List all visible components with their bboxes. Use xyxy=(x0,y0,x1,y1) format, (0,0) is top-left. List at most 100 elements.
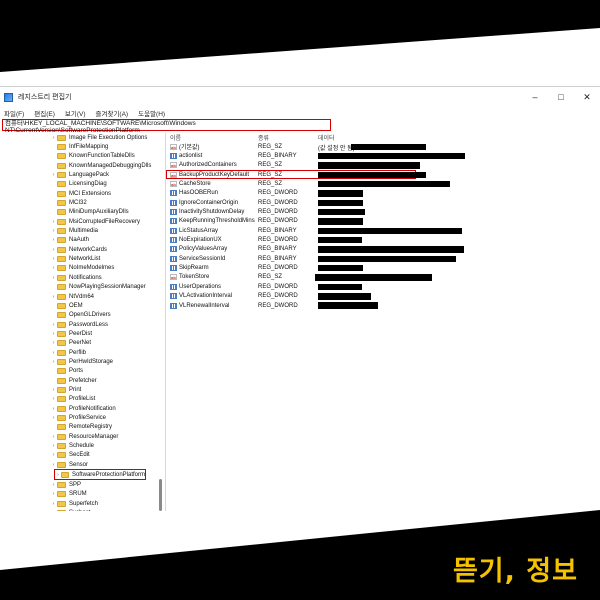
chevron-right-icon[interactable]: › xyxy=(50,331,57,337)
tree-item[interactable]: › Perflib xyxy=(0,348,165,357)
tree-item[interactable]: › NaAuth xyxy=(0,236,165,245)
column-header-data[interactable]: 데이터 xyxy=(318,133,600,142)
tree-item[interactable]: KnownFunctionTableDlls xyxy=(0,152,165,161)
tree-item[interactable]: › Image File Execution Options xyxy=(0,133,165,142)
tree-item[interactable]: › Print xyxy=(0,385,165,394)
tree-item[interactable]: MCI32 xyxy=(0,198,165,207)
value-row[interactable]: VLRenewalInterval REG_DWORD xyxy=(166,301,600,310)
folder-icon xyxy=(57,396,66,403)
tree-item[interactable]: MCI Extensions xyxy=(0,189,165,198)
chevron-right-icon[interactable]: › xyxy=(50,462,57,468)
tree-item[interactable]: › NtVdm64 xyxy=(0,292,165,301)
chevron-right-icon[interactable]: › xyxy=(50,406,57,412)
tree-item[interactable]: › PasswordLess xyxy=(0,320,165,329)
tree-item[interactable]: › Superfetch xyxy=(0,499,165,508)
tree-item[interactable]: › SRUM xyxy=(0,490,165,499)
tree-item[interactable]: › Multimedia xyxy=(0,226,165,235)
column-header-type[interactable]: 종류 xyxy=(258,133,318,142)
chevron-right-icon[interactable]: › xyxy=(50,359,57,365)
tree-item[interactable]: › Svchost xyxy=(0,508,165,511)
chevron-right-icon[interactable]: › xyxy=(50,228,57,234)
chevron-right-icon[interactable]: › xyxy=(50,265,57,271)
value-row-highlighted[interactable]: ab BackupProductKeyDefault REG_SZ xyxy=(166,170,426,180)
chevron-right-icon[interactable]: › xyxy=(50,443,57,449)
tree-item[interactable]: Prefetcher xyxy=(0,376,165,385)
minimize-button[interactable]: – xyxy=(522,87,548,107)
chevron-right-icon[interactable]: › xyxy=(50,294,57,300)
tree-item[interactable]: › MsiCorruptedFileRecovery xyxy=(0,217,165,226)
value-row[interactable]: IgnoreContainerOrigin REG_DWORD xyxy=(166,198,600,207)
maximize-button[interactable]: □ xyxy=(548,87,574,107)
key-tree-pane[interactable]: › Image File Execution Options InfFileMapp… xyxy=(0,133,166,511)
chevron-right-icon[interactable]: › xyxy=(50,387,57,393)
tree-item[interactable]: › Schedule xyxy=(0,441,165,450)
tree-item[interactable]: › NetworkCards xyxy=(0,245,165,254)
value-row[interactable]: NoExpirationUX REG_DWORD xyxy=(166,235,600,244)
tree-item[interactable]: InfFileMapping xyxy=(0,142,165,151)
tree-item[interactable]: › SecEdit xyxy=(0,451,165,460)
value-row[interactable]: PolicyValuesArray REG_BINARY xyxy=(166,245,600,254)
tree-item[interactable]: › ProfileList xyxy=(0,395,165,404)
tree-item[interactable]: › LanguagePack xyxy=(0,170,165,179)
tree-item[interactable]: › Sensor xyxy=(0,460,165,469)
tree-item[interactable]: › NetworkList xyxy=(0,254,165,263)
close-button[interactable]: ✕ xyxy=(574,87,600,107)
column-header-name[interactable]: 이름 xyxy=(166,133,258,142)
tree-item[interactable]: › SPP xyxy=(0,480,165,489)
value-row[interactable]: ab AuthorizedContainers REG_SZ xyxy=(166,161,600,170)
tree-item[interactable]: › PeerNet xyxy=(0,339,165,348)
chevron-right-icon[interactable]: › xyxy=(50,482,57,488)
value-row[interactable]: VLActivationInterval REG_DWORD xyxy=(166,292,600,301)
value-row[interactable]: ab CacheStore REG_SZ xyxy=(166,179,600,188)
chevron-right-icon[interactable]: › xyxy=(50,237,57,243)
chevron-right-icon[interactable]: › xyxy=(50,350,57,356)
tree-item-selected[interactable]: › SoftwareProtectionPlatform xyxy=(54,469,146,481)
chevron-right-icon[interactable]: › xyxy=(50,491,57,497)
value-row[interactable]: InactivityShutdownDelay REG_DWORD xyxy=(166,207,600,216)
tree-item[interactable]: LicensingDiag xyxy=(0,180,165,189)
tree-item[interactable]: OEM xyxy=(0,301,165,310)
value-row[interactable]: SkipRearm REG_DWORD xyxy=(166,263,600,272)
chevron-right-icon[interactable]: › xyxy=(50,256,57,262)
tree-item[interactable]: Ports xyxy=(0,367,165,376)
folder-icon xyxy=(57,218,66,225)
chevron-right-icon[interactable]: › xyxy=(50,135,57,141)
value-row[interactable]: actionlist REG_BINARY xyxy=(166,151,600,160)
string-value-icon: ab xyxy=(170,274,177,281)
chevron-right-icon[interactable]: › xyxy=(50,275,57,281)
tree-item[interactable]: KnownManagedDebuggingDlls xyxy=(0,161,165,170)
chevron-right-icon[interactable]: › xyxy=(50,340,57,346)
address-bar[interactable]: 컴퓨터\HKEY_LOCAL_MACHINE\SOFTWARE\Microsof… xyxy=(2,119,331,134)
tree-scrollbar[interactable] xyxy=(159,479,162,511)
chevron-right-icon[interactable]: › xyxy=(50,172,57,178)
value-row[interactable]: ServiceSessionId REG_BINARY xyxy=(166,254,600,263)
tree-item[interactable]: OpenGLDrivers xyxy=(0,311,165,320)
chevron-right-icon[interactable]: › xyxy=(50,501,57,507)
tree-item[interactable]: NowPlayingSessionManager xyxy=(0,283,165,292)
chevron-right-icon[interactable]: › xyxy=(50,452,57,458)
value-row[interactable]: KeepRunningThresholdMins REG_DWORD xyxy=(166,217,600,226)
value-row[interactable]: UserOperations REG_DWORD xyxy=(166,282,600,291)
redaction-bar xyxy=(318,180,450,188)
chevron-right-icon[interactable]: › xyxy=(50,322,57,328)
value-row[interactable]: ab (기본값) REG_SZ (값 설정 안 됨) xyxy=(166,142,600,152)
value-row[interactable]: HasOOBERun REG_DWORD xyxy=(166,189,600,198)
chevron-right-icon[interactable]: › xyxy=(50,219,57,225)
chevron-right-icon[interactable]: › xyxy=(50,510,57,511)
tree-item[interactable]: › ResourceManager xyxy=(0,432,165,441)
chevron-right-icon[interactable]: › xyxy=(50,434,57,440)
chevron-right-icon[interactable]: › xyxy=(50,396,57,402)
tree-item[interactable]: › ProfileNotification xyxy=(0,404,165,413)
tree-item[interactable]: › ProfileService xyxy=(0,413,165,422)
chevron-right-icon[interactable]: › xyxy=(50,247,57,253)
tree-item[interactable]: › NoImeModelmes xyxy=(0,264,165,273)
tree-item[interactable]: › Notifications xyxy=(0,273,165,282)
tree-item[interactable]: MiniDumpAuxiliaryDlls xyxy=(0,208,165,217)
value-row[interactable]: ab TokenStore REG_SZ xyxy=(166,273,600,282)
chevron-right-icon[interactable]: › xyxy=(50,415,57,421)
tree-item-label: PerHwIdStorage xyxy=(69,358,114,365)
tree-item[interactable]: › PerHwIdStorage xyxy=(0,357,165,366)
tree-item[interactable]: › PeerDist xyxy=(0,329,165,338)
value-row[interactable]: LicStatusArray REG_BINARY xyxy=(166,226,600,235)
tree-item[interactable]: RemoteRegistry xyxy=(0,423,165,432)
